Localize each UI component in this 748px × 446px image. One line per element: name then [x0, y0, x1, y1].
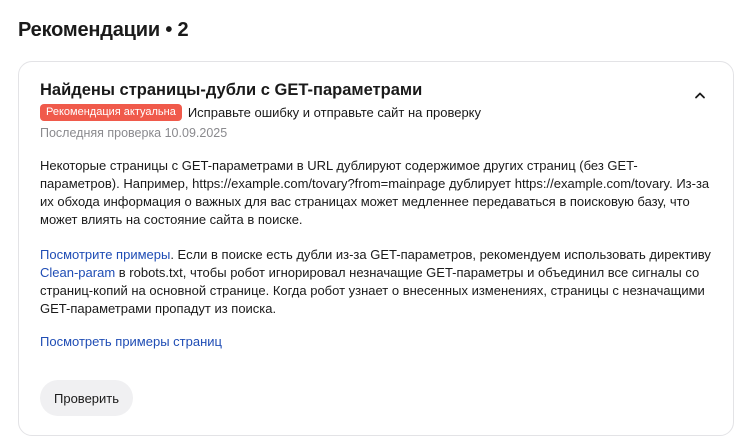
recommendation-text-1: . Если в поиске есть дубли из-за GET-пар…	[170, 247, 711, 262]
last-check-date: Последняя проверка 10.09.2025	[40, 126, 228, 140]
recommendation-paragraph: Посмотрите примеры. Если в поиске есть д…	[40, 246, 716, 318]
recommendation-card: Найдены страницы-дубли с GET-параметрами…	[18, 61, 734, 436]
status-badge: Рекомендация актуальна	[40, 104, 182, 121]
description-paragraph: Некоторые страницы с GET-параметрами в U…	[40, 158, 710, 227]
section-title: Рекомендации • 2	[18, 19, 189, 41]
status-row: Рекомендация актуальна Исправьте ошибку …	[40, 104, 481, 121]
view-page-examples-link[interactable]: Посмотреть примеры страниц	[40, 334, 222, 349]
status-text: Исправьте ошибку и отправьте сайт на про…	[187, 105, 482, 120]
recommendation-text-2: в robots.txt, чтобы робот игнорировал не…	[40, 265, 705, 316]
clean-param-link[interactable]: Clean-param	[40, 265, 115, 280]
check-button[interactable]: Проверить	[40, 380, 134, 416]
collapse-button[interactable]	[689, 84, 711, 106]
chevron-up-icon	[695, 92, 705, 99]
recommendation-title: Найдены страницы-дубли с GET-параметрами	[40, 81, 423, 99]
see-examples-link[interactable]: Посмотрите примеры	[40, 247, 170, 262]
